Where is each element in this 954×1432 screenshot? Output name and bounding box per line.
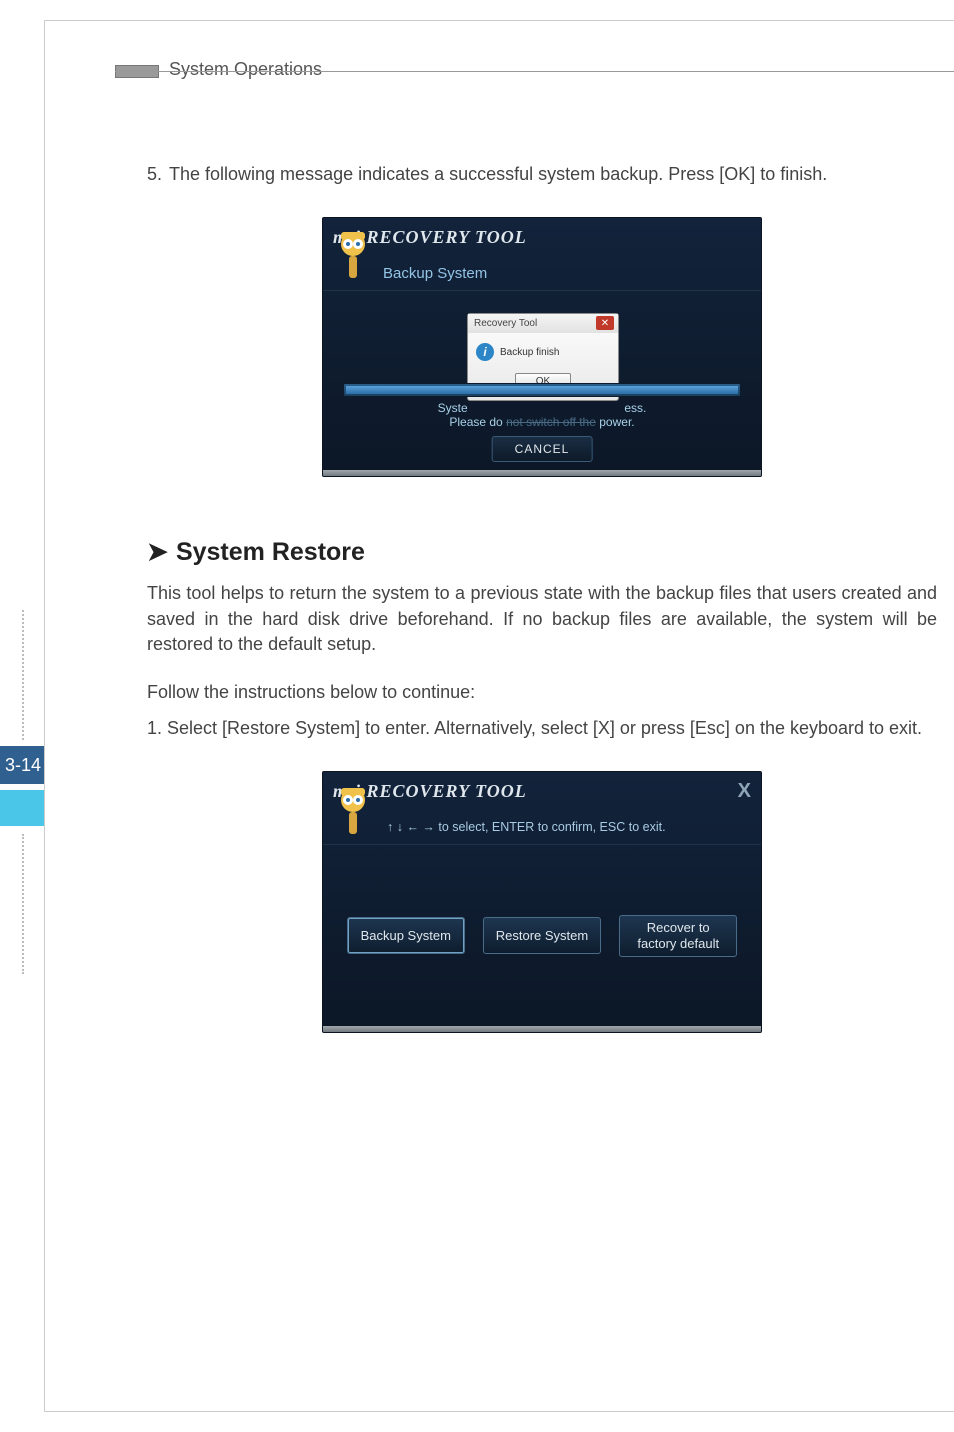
step-5-text: 5.The following message indicates a succ… — [147, 161, 937, 187]
dialog-message: Backup finish — [500, 347, 559, 358]
step-1-text: 1. Select [Restore System] to enter. Alt… — [147, 715, 937, 741]
system-restore-paragraph: This tool helps to return the system to … — [147, 581, 937, 658]
system-restore-heading: ➤ System Restore — [147, 537, 937, 567]
window-footer-bevel-1 — [323, 470, 761, 476]
screenshot-backup-finish: msi RECOVERY TOOL — [322, 217, 762, 477]
recover-factory-button[interactable]: Recover to factory default — [619, 915, 737, 958]
cancel-button[interactable]: CANCEL — [492, 436, 593, 462]
screenshot-recovery-menu: msi RECOVERY TOOL X — [322, 771, 762, 1033]
recovery-tool-titlebar-1: msi RECOVERY TOOL — [323, 218, 761, 256]
header-rule — [115, 71, 954, 72]
page-number-badge: 3-14 — [0, 746, 46, 784]
page-frame: System Operations 5.The following messag… — [44, 20, 954, 1412]
margin-dots-below — [22, 834, 24, 974]
dialog-titlebar: Recovery Tool ✕ — [468, 314, 618, 333]
progress-area: Syste ess. Please do not switch off the … — [343, 383, 741, 429]
step-5-body: The following message indicates a succes… — [169, 164, 827, 184]
progress-bar — [343, 383, 741, 397]
backup-system-button[interactable]: Backup System — [347, 917, 465, 954]
recovery-tool-subtitle-1: Backup System — [323, 256, 761, 290]
progress-text-line1: Syste ess. — [343, 401, 741, 415]
heading-text: System Restore — [176, 538, 365, 566]
dialog-title-text: Recovery Tool — [474, 318, 537, 329]
subtitle-label: Backup System — [383, 265, 487, 282]
page-number-accent — [0, 790, 46, 826]
progress-text-left: Syste — [438, 401, 468, 415]
recover-line1: Recover to — [630, 920, 726, 936]
recovery-tool-title-2: RECOVERY TOOL — [367, 781, 527, 802]
progress-text2-post: power. — [596, 415, 635, 429]
mascot-icon — [329, 226, 377, 286]
step-1-number: 1. — [147, 718, 162, 738]
recovery-tool-body-2: Backup System Restore System Recover to … — [323, 844, 761, 1026]
progress-text-line2: Please do not switch off the power. — [343, 415, 741, 429]
progress-text-right: ess. — [624, 401, 646, 415]
restore-system-button[interactable]: Restore System — [483, 917, 601, 954]
header-section-title: System Operations — [169, 59, 322, 80]
content-area: 5.The following message indicates a succ… — [147, 161, 937, 1093]
progress-text2-hidden: not switch off the — [506, 415, 596, 429]
dialog-body: i Backup finish — [468, 333, 618, 367]
step-5-number: 5. — [147, 161, 169, 187]
chevron-icon: ➤ — [147, 537, 168, 567]
nav-hint-text: ↑ ↓ ← → to select, ENTER to confirm, ESC… — [387, 820, 666, 834]
recovery-tool-window-1: msi RECOVERY TOOL — [322, 217, 762, 477]
recovery-tool-body-1: Recovery Tool ✕ i Backup finish OK — [323, 290, 761, 470]
recovery-tool-subtitle-2: ↑ ↓ ← → to select, ENTER to confirm, ESC… — [323, 810, 761, 844]
close-button[interactable]: X — [738, 780, 751, 803]
follow-instructions-text: Follow the instructions below to continu… — [147, 680, 937, 706]
dialog-close-button[interactable]: ✕ — [596, 316, 614, 330]
recover-line2: factory default — [630, 936, 726, 952]
progress-fill — [346, 386, 738, 394]
info-icon: i — [476, 343, 494, 361]
recovery-tool-title: RECOVERY TOOL — [367, 227, 527, 248]
page: 3-14 System Operations 5.The following m… — [0, 0, 954, 1432]
recovery-tool-titlebar-2: msi RECOVERY TOOL X — [323, 772, 761, 810]
recovery-tool-window-2: msi RECOVERY TOOL X — [322, 771, 762, 1033]
mascot-icon-2 — [329, 782, 377, 842]
margin-dots-above — [22, 610, 24, 740]
window-footer-bevel-2 — [323, 1026, 761, 1032]
progress-text2-pre: Please do — [449, 415, 506, 429]
step-1-body: Select [Restore System] to enter. Altern… — [167, 718, 922, 738]
